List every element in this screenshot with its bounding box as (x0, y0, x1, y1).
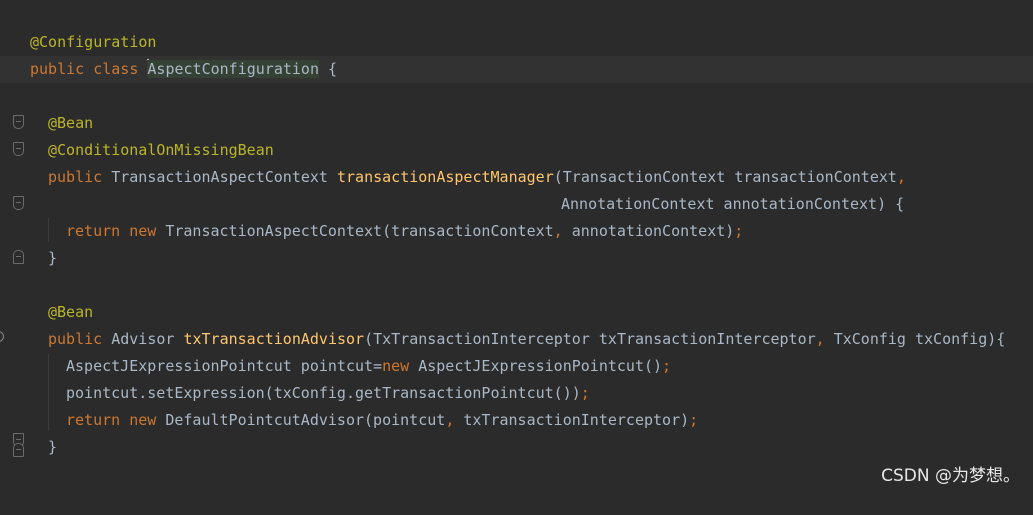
constructor-call: DefaultPointcutAdvisor(pointcut (165, 411, 446, 429)
method-params-continued: AnnotationContext annotationContext) { (561, 195, 905, 213)
comma: , (553, 222, 563, 240)
keyword-class: class (93, 60, 139, 78)
code-line-6[interactable]: public TransactionAspectContext transact… (0, 164, 1033, 191)
variable-declaration: AspectJExpressionPointcut pointcut= (66, 357, 383, 375)
keyword-public: public (48, 168, 103, 186)
code-line-1[interactable]: @Configuration (0, 29, 1033, 56)
code-line-16[interactable]: } (0, 434, 1033, 461)
constructor-args: annotationContext) (562, 222, 735, 240)
code-line-13[interactable]: AspectJExpressionPointcut pointcut=new A… (0, 353, 1033, 380)
code-line-4[interactable]: @Bean (0, 110, 1033, 137)
method-params-continued: TxConfig txConfig){ (824, 330, 1006, 348)
constructor-call: TransactionAspectContext(transactionCont… (165, 222, 554, 240)
keyword-public: public (30, 60, 85, 78)
code-editor[interactable]: @Configuration public class AspectConfig… (0, 29, 1033, 461)
close-brace: } (48, 438, 58, 456)
method-signature: public Advisor txTransactionAdvisor(TxTr… (48, 326, 1005, 353)
keyword-return: return (66, 222, 121, 240)
annotation-conditional-on-missing-bean: @ConditionalOnMissingBean (48, 141, 274, 159)
constructor-call: AspectJExpressionPointcut() (409, 357, 663, 375)
code-line-11[interactable]: @Bean (0, 299, 1033, 326)
keyword-public: public (48, 330, 103, 348)
semicolon: ; (580, 384, 590, 402)
method-name: txTransactionAdvisor (183, 330, 365, 348)
annotation-configuration: @Configuration (30, 33, 157, 51)
set-expression-statement: pointcut.setExpression(txConfig.getTrans… (66, 380, 590, 407)
keyword-new: new (129, 222, 157, 240)
close-brace: } (48, 249, 58, 267)
csdn-watermark: CSDN @为梦想。 (881, 466, 1020, 486)
class-declaration: public class AspectConfiguration { (30, 56, 337, 83)
code-line-7[interactable]: AnnotationContext annotationContext) { (0, 191, 1033, 218)
method-params: (TxTransactionInterceptor txTransactionI… (364, 330, 816, 348)
semicolon: ; (734, 222, 744, 240)
code-line-14[interactable]: pointcut.setExpression(txConfig.getTrans… (0, 380, 1033, 407)
comma: , (815, 330, 825, 348)
code-line-8[interactable]: return new TransactionAspectContext(tran… (0, 218, 1033, 245)
annotation-bean: @Bean (48, 114, 94, 132)
class-name-highlighted: AspectConfiguration (147, 60, 319, 78)
comma: , (445, 411, 455, 429)
constructor-args: txTransactionInterceptor) (454, 411, 690, 429)
code-line-3[interactable] (0, 83, 1033, 110)
code-line-9[interactable]: } (0, 245, 1033, 272)
method-signature: public TransactionAspectContext transact… (48, 164, 906, 191)
keyword-new: new (382, 357, 410, 375)
code-line-5[interactable]: @ConditionalOnMissingBean (0, 137, 1033, 164)
return-type: TransactionAspectContext (111, 168, 328, 186)
return-statement: return new TransactionAspectContext(tran… (66, 218, 743, 245)
keyword-new: new (129, 411, 157, 429)
return-type: Advisor (111, 330, 175, 348)
code-line-15[interactable]: return new DefaultPointcutAdvisor(pointc… (0, 407, 1033, 434)
keyword-return: return (66, 411, 121, 429)
semicolon: ; (689, 411, 699, 429)
pointcut-declaration: AspectJExpressionPointcut pointcut=new A… (66, 353, 671, 380)
code-line-2-current[interactable]: public class AspectConfiguration { (0, 56, 1033, 83)
method-params: (TransactionContext transactionContext (553, 168, 897, 186)
code-line-10[interactable] (0, 272, 1033, 299)
semicolon: ; (662, 357, 672, 375)
open-brace: { (319, 60, 338, 78)
comma: , (896, 168, 906, 186)
method-name: transactionAspectManager (337, 168, 554, 186)
return-statement: return new DefaultPointcutAdvisor(pointc… (66, 407, 698, 434)
method-call: pointcut.setExpression(txConfig.getTrans… (66, 384, 581, 402)
code-line-12[interactable]: public Advisor txTransactionAdvisor(TxTr… (0, 326, 1033, 353)
annotation-bean: @Bean (48, 303, 94, 321)
